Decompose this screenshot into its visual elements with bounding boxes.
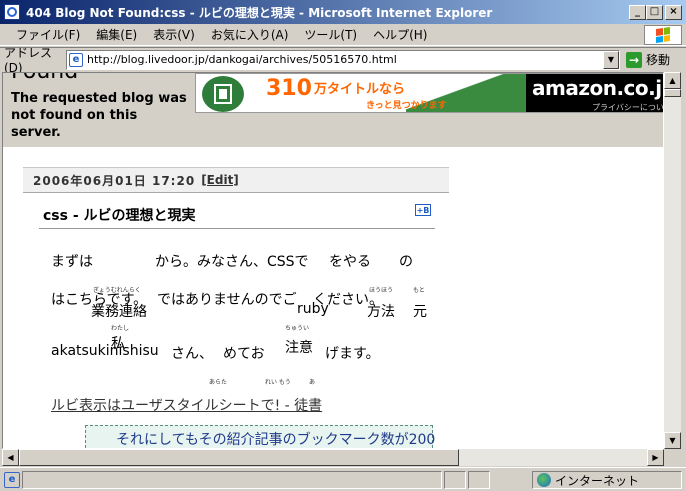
ruby-annotation: ちゅうい (285, 325, 310, 332)
title-bar[interactable]: 404 Blog Not Found:css - ルビの理想と現実 - Micr… (0, 0, 686, 24)
horizontal-scroll-thumb[interactable] (19, 449, 459, 466)
horizontal-scrollbar[interactable]: ◀ ▶ (2, 449, 664, 466)
ruby-annotation: れい もう (265, 379, 291, 386)
body-text: akatsukinishisu (51, 343, 159, 359)
amazon-logo: amazon.co.jp (532, 76, 664, 100)
security-zone: インターネット (532, 471, 682, 489)
post-title: css - ルビの理想と現実 (39, 205, 435, 229)
ruby-annotation: わたし (111, 325, 130, 332)
status-text-panel (22, 470, 442, 489)
body-text: の (399, 254, 413, 270)
ruby-annotation: あらた (209, 379, 228, 386)
vertical-scroll-thumb[interactable] (664, 89, 681, 97)
address-dropdown-arrow-icon[interactable]: ▼ (603, 50, 619, 69)
vertical-scrollbar[interactable]: ▲ ▼ (664, 72, 681, 449)
body-text: をやる (329, 254, 371, 270)
status-bar: e インターネット (0, 467, 686, 491)
go-arrow-icon: → (626, 51, 642, 68)
window-title: 404 Blog Not Found:css - ルビの理想と現実 - Micr… (26, 5, 493, 20)
close-button[interactable]: × (665, 4, 682, 20)
post-date: 2006年06月01日 17:20 (33, 173, 196, 188)
not-found-message: The requested blog was not found on this… (11, 91, 187, 140)
menu-help[interactable]: ヘルプ(H) (365, 26, 435, 43)
body-text: 方法 (367, 304, 395, 320)
scroll-left-arrow-icon[interactable]: ◀ (2, 449, 19, 466)
status-panel (468, 470, 490, 489)
blog-header: Found The requested blog was not found o… (3, 73, 664, 147)
body-text: 元 (413, 304, 427, 320)
ad-number: 310 (266, 76, 312, 101)
minimize-button[interactable]: _ (629, 4, 646, 20)
body-text: から。みなさん、CSSで (155, 254, 309, 270)
globe-icon (537, 473, 551, 487)
go-label: 移動 (646, 53, 671, 67)
maximize-button[interactable]: □ (646, 4, 663, 20)
ruby-annotation: もと (413, 287, 425, 294)
body-text: まずは (51, 254, 93, 270)
ruby-annotation: あ (309, 379, 316, 386)
body-text: めてお (223, 346, 265, 362)
menu-favorites[interactable]: お気に入り(A) (203, 26, 297, 43)
page-viewport[interactable]: Found The requested blog was not found o… (2, 72, 664, 449)
hatena-bookmark-icon[interactable]: +B (415, 204, 431, 216)
post-date-bar: 2006年06月01日 17:20 [Edit] (23, 167, 449, 193)
menu-tools[interactable]: ツール(T) (296, 26, 365, 43)
body-text: げます。 (325, 346, 380, 362)
body-text: 注意 (285, 340, 313, 356)
scroll-up-arrow-icon[interactable]: ▲ (664, 72, 681, 89)
bookmark-quote-box: それにしてもその紹介記事のブックマーク数が200 (85, 425, 436, 448)
body-text: 私 (111, 336, 125, 352)
body-text: ruby (297, 301, 329, 317)
page-icon: e (69, 52, 83, 67)
scrollbar-corner (664, 449, 681, 466)
menu-bar: ファイル(F) 編集(E) 表示(V) お気に入り(A) ツール(T) ヘルプ(… (0, 24, 686, 46)
address-url[interactable]: http://blog.livedoor.jp/dankogai/archive… (87, 53, 397, 66)
scroll-right-arrow-icon[interactable]: ▶ (647, 449, 664, 466)
address-input[interactable]: e http://blog.livedoor.jp/dankogai/archi… (66, 49, 620, 70)
amazon-banner-ad[interactable]: 310 万タイトルなら きっと見つかります amazon.co.jp プライバシ… (195, 73, 664, 113)
privacy-link[interactable]: プライバシーについて (592, 102, 663, 112)
ad-sub: きっと見つかります (366, 101, 447, 111)
address-label: アドレス(D) (4, 46, 53, 75)
page-status-icon: e (4, 471, 20, 488)
windows-logo-icon (644, 25, 682, 45)
edit-link[interactable]: [Edit] (201, 173, 239, 187)
menu-file[interactable]: ファイル(F) (8, 26, 88, 43)
ad-unit: 万タイトルなら (314, 82, 406, 97)
body-text: 業務連絡 (91, 304, 147, 320)
status-panel (444, 470, 466, 489)
address-bar: アドレス(D) e http://blog.livedoor.jp/dankog… (0, 46, 686, 75)
body-text: ではありませんのでご (157, 292, 297, 308)
go-button[interactable]: → 移動 (626, 51, 670, 68)
bookmark-text: それにしてもその紹介記事のブックマーク数が200 (116, 432, 436, 448)
scroll-down-arrow-icon[interactable]: ▼ (664, 432, 681, 449)
article-link[interactable]: ルビ表示はユーザスタイルシートで! - 徒書 (51, 395, 322, 415)
book-icon (202, 76, 244, 112)
zone-label: インターネット (555, 473, 640, 488)
menu-edit[interactable]: 編集(E) (88, 26, 145, 43)
menu-view[interactable]: 表示(V) (145, 26, 203, 43)
header-fragment: Found (11, 73, 78, 84)
body-text: さん、 (171, 346, 213, 362)
ie-page-icon (4, 4, 20, 20)
